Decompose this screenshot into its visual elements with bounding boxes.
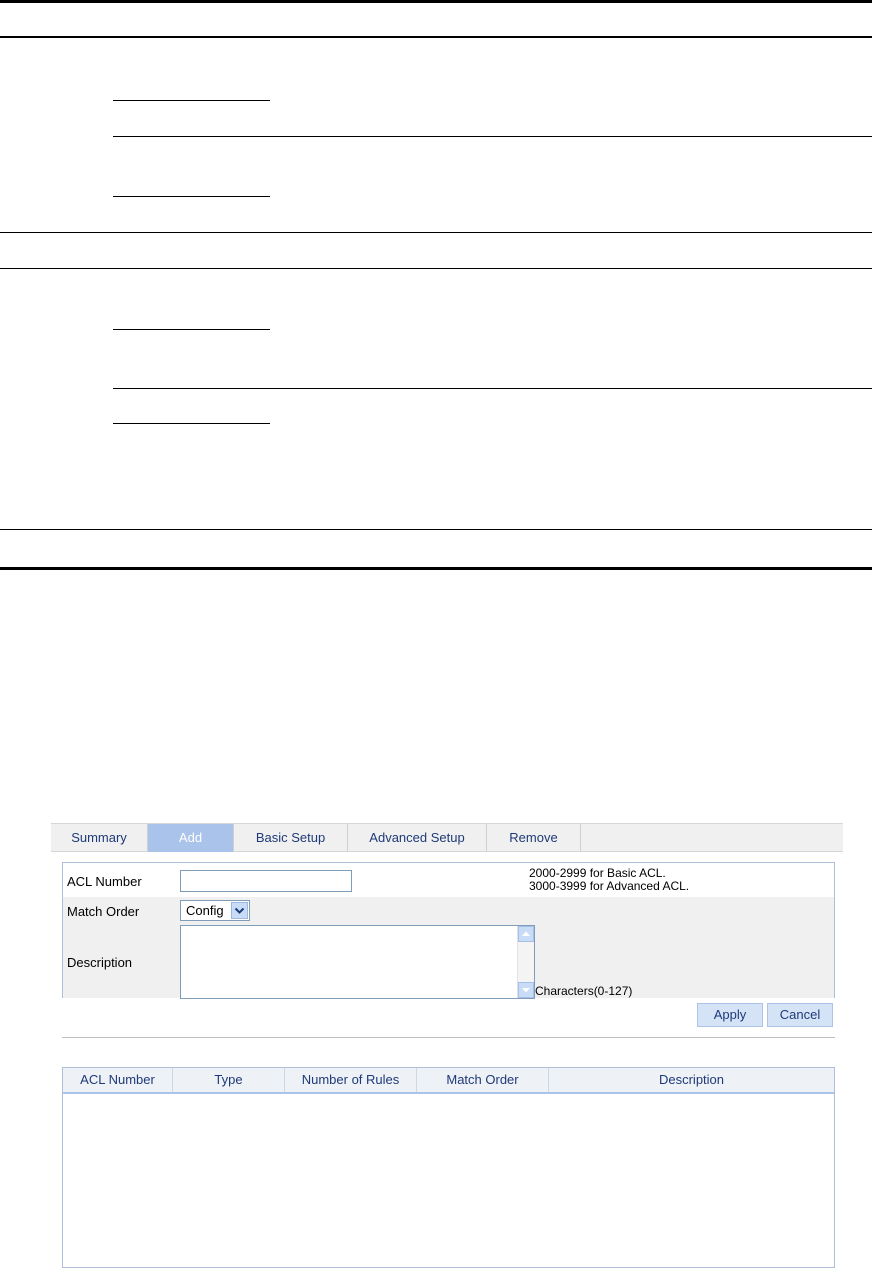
scroll-up-icon[interactable]	[518, 926, 534, 942]
tab-add[interactable]: Add	[148, 824, 234, 852]
description-scrollbar[interactable]	[517, 926, 534, 998]
acl-number-input[interactable]	[180, 870, 352, 892]
tab-bar: Summary Add Basic Setup Advanced Setup R…	[51, 823, 843, 852]
cell-divider	[113, 100, 270, 101]
scroll-down-icon[interactable]	[518, 982, 534, 998]
table-bottom-rule	[0, 567, 872, 570]
match-order-value: Config	[186, 903, 224, 918]
tab-remove[interactable]: Remove	[487, 824, 581, 852]
chevron-down-icon[interactable]	[231, 902, 248, 919]
section-divider	[62, 1037, 835, 1038]
tab-summary[interactable]: Summary	[51, 824, 148, 852]
match-order-row: Match Order Config Description Character…	[63, 897, 834, 999]
table-header-rule	[0, 36, 872, 38]
add-acl-form: ACL Number 2000-2999 for Basic ACL. 3000…	[62, 862, 835, 999]
tab-advanced-setup[interactable]: Advanced Setup	[348, 824, 487, 852]
column-header-type[interactable]: Type	[173, 1068, 285, 1092]
column-header-number-of-rules[interactable]: Number of Rules	[285, 1068, 417, 1092]
row-divider	[0, 268, 872, 269]
row-divider	[0, 529, 872, 530]
table-top-rule	[0, 0, 872, 3]
cancel-button[interactable]: Cancel	[767, 1003, 833, 1027]
column-header-acl-number[interactable]: ACL Number	[63, 1068, 173, 1092]
description-row: Description Characters(0-127)	[63, 923, 834, 999]
table-header: ACL Number Type Number of Rules Match Or…	[63, 1068, 834, 1094]
description-label: Description	[67, 955, 133, 970]
column-header-description[interactable]: Description	[549, 1068, 834, 1092]
row-divider	[113, 388, 872, 389]
acl-range-hint-advanced: 3000-3999 for Advanced ACL.	[529, 879, 690, 893]
match-order-select[interactable]: Config	[180, 900, 250, 921]
cell-divider	[113, 329, 270, 330]
cell-divider	[113, 196, 270, 197]
row-divider	[113, 136, 872, 137]
acl-number-row: ACL Number 2000-2999 for Basic ACL. 3000…	[63, 863, 834, 897]
acl-list-table: ACL Number Type Number of Rules Match Or…	[62, 1067, 835, 1268]
column-header-match-order[interactable]: Match Order	[417, 1068, 549, 1092]
tab-basic-setup[interactable]: Basic Setup	[234, 824, 348, 852]
apply-button[interactable]: Apply	[697, 1003, 763, 1027]
cell-divider	[113, 423, 270, 424]
row-divider	[0, 232, 872, 233]
match-order-label: Match Order	[67, 904, 140, 919]
description-char-hint: Characters(0-127)	[535, 984, 633, 998]
description-textarea[interactable]	[180, 925, 535, 999]
table-body	[63, 1094, 834, 1267]
acl-number-label: ACL Number	[67, 874, 142, 889]
